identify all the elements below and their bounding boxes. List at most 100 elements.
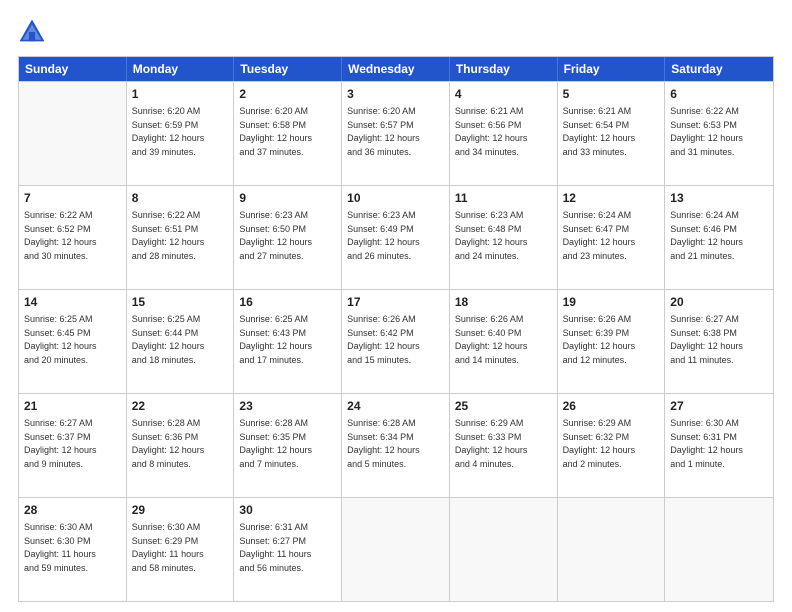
cell-info: Sunrise: 6:24 AM Sunset: 6:47 PM Dayligh… <box>563 209 660 263</box>
cal-cell: 26 Sunrise: 6:29 AM Sunset: 6:32 PM Dayli… <box>558 394 666 497</box>
cal-cell: 1 Sunrise: 6:20 AM Sunset: 6:59 PM Daylig… <box>127 82 235 185</box>
cell-day-number: 21 <box>24 398 121 415</box>
cal-cell: 30 Sunrise: 6:31 AM Sunset: 6:27 PM Dayli… <box>234 498 342 601</box>
cell-day-number: 20 <box>670 294 768 311</box>
cal-cell: 12 Sunrise: 6:24 AM Sunset: 6:47 PM Dayli… <box>558 186 666 289</box>
logo-icon <box>18 18 46 46</box>
cal-week-3: 14 Sunrise: 6:25 AM Sunset: 6:45 PM Dayli… <box>19 289 773 393</box>
cell-info: Sunrise: 6:23 AM Sunset: 6:50 PM Dayligh… <box>239 209 336 263</box>
cell-day-number: 19 <box>563 294 660 311</box>
calendar-body: 1 Sunrise: 6:20 AM Sunset: 6:59 PM Daylig… <box>19 81 773 601</box>
cell-day-number: 28 <box>24 502 121 519</box>
cell-day-number: 17 <box>347 294 444 311</box>
cell-info: Sunrise: 6:26 AM Sunset: 6:42 PM Dayligh… <box>347 313 444 367</box>
cal-cell: 9 Sunrise: 6:23 AM Sunset: 6:50 PM Daylig… <box>234 186 342 289</box>
cell-info: Sunrise: 6:25 AM Sunset: 6:45 PM Dayligh… <box>24 313 121 367</box>
cell-info: Sunrise: 6:29 AM Sunset: 6:32 PM Dayligh… <box>563 417 660 471</box>
cal-header-wednesday: Wednesday <box>342 57 450 81</box>
cell-info: Sunrise: 6:28 AM Sunset: 6:36 PM Dayligh… <box>132 417 229 471</box>
cell-day-number: 12 <box>563 190 660 207</box>
cal-cell <box>665 498 773 601</box>
cell-info: Sunrise: 6:29 AM Sunset: 6:33 PM Dayligh… <box>455 417 552 471</box>
cell-day-number: 3 <box>347 86 444 103</box>
cal-cell: 21 Sunrise: 6:27 AM Sunset: 6:37 PM Dayli… <box>19 394 127 497</box>
cal-cell <box>450 498 558 601</box>
cell-day-number: 11 <box>455 190 552 207</box>
cell-info: Sunrise: 6:21 AM Sunset: 6:56 PM Dayligh… <box>455 105 552 159</box>
cell-info: Sunrise: 6:25 AM Sunset: 6:44 PM Dayligh… <box>132 313 229 367</box>
cal-cell: 25 Sunrise: 6:29 AM Sunset: 6:33 PM Dayli… <box>450 394 558 497</box>
cal-header-tuesday: Tuesday <box>234 57 342 81</box>
cal-cell: 23Sunrise: 6:28 AM Sunset: 6:35 PM Dayli… <box>234 394 342 497</box>
cal-cell: 2Sunrise: 6:20 AM Sunset: 6:58 PM Daylig… <box>234 82 342 185</box>
cell-day-number: 26 <box>563 398 660 415</box>
cell-info: Sunrise: 6:28 AM Sunset: 6:34 PM Dayligh… <box>347 417 444 471</box>
cal-cell: 28Sunrise: 6:30 AM Sunset: 6:30 PM Dayli… <box>19 498 127 601</box>
cal-cell: 8Sunrise: 6:22 AM Sunset: 6:51 PM Daylig… <box>127 186 235 289</box>
cell-info: Sunrise: 6:21 AM Sunset: 6:54 PM Dayligh… <box>563 105 660 159</box>
cell-info: Sunrise: 6:23 AM Sunset: 6:49 PM Dayligh… <box>347 209 444 263</box>
cal-week-1: 1 Sunrise: 6:20 AM Sunset: 6:59 PM Daylig… <box>19 81 773 185</box>
cell-day-number: 1 <box>132 86 229 103</box>
cal-week-5: 28Sunrise: 6:30 AM Sunset: 6:30 PM Dayli… <box>19 497 773 601</box>
calendar: SundayMondayTuesdayWednesdayThursdayFrid… <box>18 56 774 602</box>
cell-info: Sunrise: 6:20 AM Sunset: 6:57 PM Dayligh… <box>347 105 444 159</box>
cell-day-number: 18 <box>455 294 552 311</box>
cell-day-number: 25 <box>455 398 552 415</box>
cell-info: Sunrise: 6:20 AM Sunset: 6:59 PM Dayligh… <box>132 105 229 159</box>
cell-info: Sunrise: 6:31 AM Sunset: 6:27 PM Dayligh… <box>239 521 336 575</box>
cal-header-thursday: Thursday <box>450 57 558 81</box>
page: SundayMondayTuesdayWednesdayThursdayFrid… <box>0 0 792 612</box>
cell-day-number: 14 <box>24 294 121 311</box>
calendar-header-row: SundayMondayTuesdayWednesdayThursdayFrid… <box>19 57 773 81</box>
cell-day-number: 29 <box>132 502 229 519</box>
cell-day-number: 15 <box>132 294 229 311</box>
cal-header-saturday: Saturday <box>665 57 773 81</box>
cell-info: Sunrise: 6:24 AM Sunset: 6:46 PM Dayligh… <box>670 209 768 263</box>
cal-cell: 24 Sunrise: 6:28 AM Sunset: 6:34 PM Dayli… <box>342 394 450 497</box>
cal-cell: 18 Sunrise: 6:26 AM Sunset: 6:40 PM Dayli… <box>450 290 558 393</box>
cell-day-number: 30 <box>239 502 336 519</box>
cal-week-4: 21 Sunrise: 6:27 AM Sunset: 6:37 PM Dayli… <box>19 393 773 497</box>
cal-cell: 4Sunrise: 6:21 AM Sunset: 6:56 PM Daylig… <box>450 82 558 185</box>
cell-info: Sunrise: 6:27 AM Sunset: 6:37 PM Dayligh… <box>24 417 121 471</box>
cal-cell: 19 Sunrise: 6:26 AM Sunset: 6:39 PM Dayli… <box>558 290 666 393</box>
cal-cell: 16 Sunrise: 6:25 AM Sunset: 6:43 PM Dayli… <box>234 290 342 393</box>
cal-cell <box>19 82 127 185</box>
cal-header-sunday: Sunday <box>19 57 127 81</box>
cell-day-number: 2 <box>239 86 336 103</box>
logo <box>18 18 50 46</box>
cal-cell: 10Sunrise: 6:23 AM Sunset: 6:49 PM Dayli… <box>342 186 450 289</box>
cell-info: Sunrise: 6:28 AM Sunset: 6:35 PM Dayligh… <box>239 417 336 471</box>
cell-info: Sunrise: 6:22 AM Sunset: 6:53 PM Dayligh… <box>670 105 768 159</box>
cell-day-number: 6 <box>670 86 768 103</box>
cal-cell <box>342 498 450 601</box>
cal-cell: 13 Sunrise: 6:24 AM Sunset: 6:46 PM Dayli… <box>665 186 773 289</box>
cal-cell <box>558 498 666 601</box>
cal-cell: 15 Sunrise: 6:25 AM Sunset: 6:44 PM Dayli… <box>127 290 235 393</box>
cell-day-number: 13 <box>670 190 768 207</box>
cal-cell: 11 Sunrise: 6:23 AM Sunset: 6:48 PM Dayli… <box>450 186 558 289</box>
cal-cell: 29 Sunrise: 6:30 AM Sunset: 6:29 PM Dayli… <box>127 498 235 601</box>
cal-header-monday: Monday <box>127 57 235 81</box>
cell-info: Sunrise: 6:26 AM Sunset: 6:40 PM Dayligh… <box>455 313 552 367</box>
cal-cell: 5 Sunrise: 6:21 AM Sunset: 6:54 PM Daylig… <box>558 82 666 185</box>
cell-info: Sunrise: 6:22 AM Sunset: 6:52 PM Dayligh… <box>24 209 121 263</box>
cell-info: Sunrise: 6:30 AM Sunset: 6:31 PM Dayligh… <box>670 417 768 471</box>
cell-day-number: 9 <box>239 190 336 207</box>
cal-header-friday: Friday <box>558 57 666 81</box>
cal-cell: 14 Sunrise: 6:25 AM Sunset: 6:45 PM Dayli… <box>19 290 127 393</box>
cell-day-number: 27 <box>670 398 768 415</box>
cal-cell: 27 Sunrise: 6:30 AM Sunset: 6:31 PM Dayli… <box>665 394 773 497</box>
cal-cell: 17 Sunrise: 6:26 AM Sunset: 6:42 PM Dayli… <box>342 290 450 393</box>
cell-day-number: 16 <box>239 294 336 311</box>
cell-info: Sunrise: 6:25 AM Sunset: 6:43 PM Dayligh… <box>239 313 336 367</box>
cell-day-number: 22 <box>132 398 229 415</box>
cell-info: Sunrise: 6:27 AM Sunset: 6:38 PM Dayligh… <box>670 313 768 367</box>
cell-info: Sunrise: 6:23 AM Sunset: 6:48 PM Dayligh… <box>455 209 552 263</box>
cell-day-number: 24 <box>347 398 444 415</box>
cell-info: Sunrise: 6:30 AM Sunset: 6:29 PM Dayligh… <box>132 521 229 575</box>
cell-day-number: 5 <box>563 86 660 103</box>
cell-info: Sunrise: 6:26 AM Sunset: 6:39 PM Dayligh… <box>563 313 660 367</box>
cell-day-number: 7 <box>24 190 121 207</box>
